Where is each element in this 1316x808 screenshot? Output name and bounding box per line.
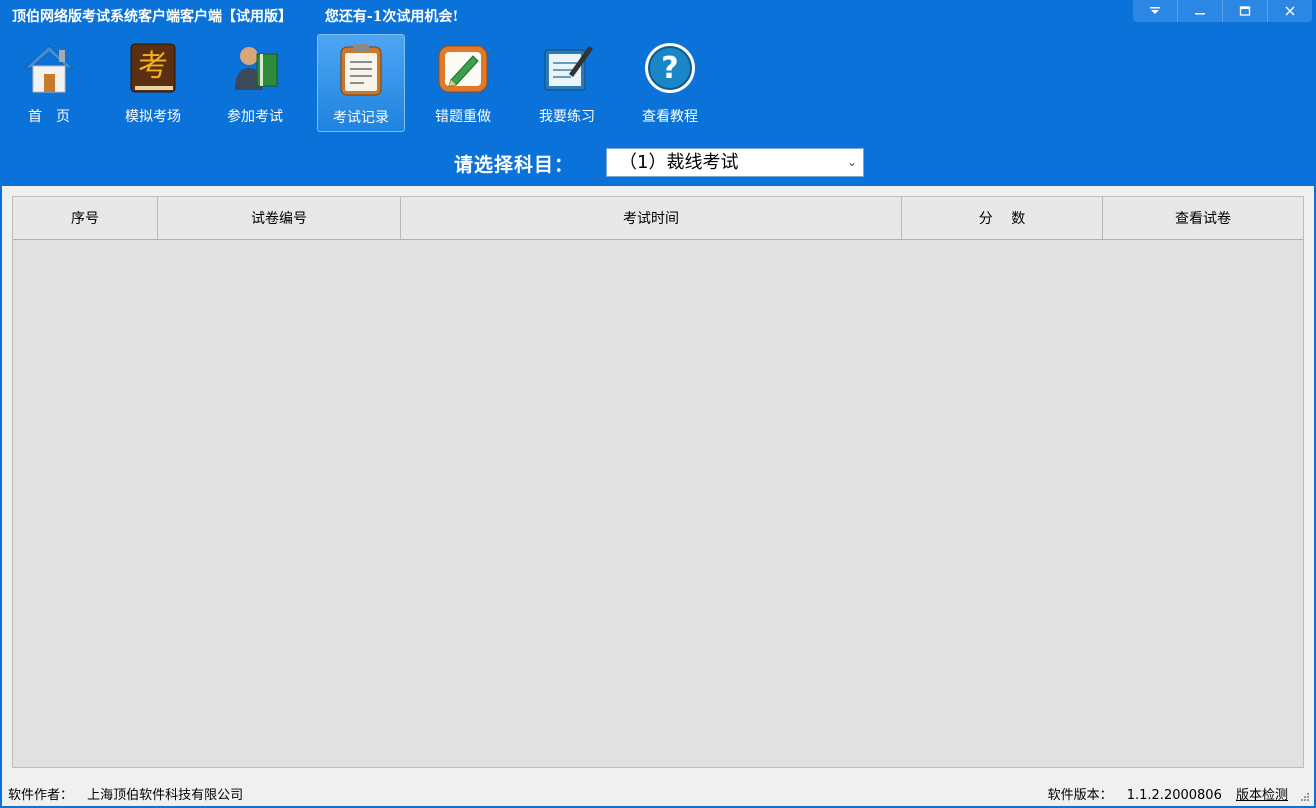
subject-row: 请选择科目： （1）裁线考试 ⌄ — [0, 144, 1316, 184]
tool-label: 首 页 — [28, 109, 70, 125]
subject-selected-value: （1）裁线考试 — [619, 152, 739, 173]
minimize-icon — [1195, 13, 1205, 15]
maximize-icon — [1239, 6, 1251, 16]
person-book-icon — [235, 47, 278, 90]
window-title: 顶伯网络版考试系统客户端客户端【试用版】 您还有-1次试用机会! — [12, 6, 487, 26]
status-bar: 软件作者： 上海顶伯软件科技有限公司 软件版本： 1.1.2.2000806 版… — [2, 778, 1314, 806]
column-header-exam-time[interactable]: 考试时间 — [401, 197, 902, 239]
version-label: 软件版本： — [1047, 788, 1113, 803]
exam-book-icon: 考 — [130, 43, 176, 93]
svg-text:考: 考 — [138, 49, 168, 84]
content-area: 序号 试卷编号 考试时间 分 数 查看试卷 — [2, 186, 1314, 778]
close-button[interactable] — [1267, 0, 1312, 22]
window-controls — [1133, 0, 1312, 24]
version-info: 软件版本： 1.1.2.2000806 版本检测 — [1048, 784, 1288, 803]
column-header-paper-id[interactable]: 试卷编号 — [158, 197, 401, 239]
title-bar: 顶伯网络版考试系统客户端客户端【试用版】 您还有-1次试用机会! — [0, 0, 1316, 30]
tool-take-exam[interactable]: 参加考试 — [212, 34, 298, 130]
chevron-down-icon: ⌄ — [846, 155, 857, 169]
records-grid[interactable]: 序号 试卷编号 考试时间 分 数 查看试卷 — [12, 196, 1304, 768]
column-header-view-paper[interactable]: 查看试卷 — [1103, 197, 1303, 239]
tool-redo-wrong[interactable]: 错题重做 — [420, 34, 506, 130]
help-icon: ? — [645, 43, 695, 93]
menu-dropdown-button[interactable] — [1133, 0, 1177, 22]
tool-exam-records[interactable]: 考试记录 — [317, 34, 405, 132]
resize-grip-icon[interactable] — [1300, 792, 1310, 802]
grid-header: 序号 试卷编号 考试时间 分 数 查看试卷 — [13, 197, 1303, 240]
tool-label: 我要练习 — [539, 109, 595, 125]
clipboard-icon — [340, 44, 382, 96]
app-title: 顶伯网络版考试系统客户端客户端【试用版】 — [12, 9, 292, 25]
tool-label: 错题重做 — [435, 109, 491, 125]
main-toolbar: 首 页 考 模拟考场 参加考试 考试记录 错题重做 我要练习 ? 查看教程 — [0, 30, 1316, 136]
author-name: 上海顶伯软件科技有限公司 — [87, 788, 244, 803]
chevron-down-icon — [1150, 7, 1160, 14]
column-header-score[interactable]: 分 数 — [902, 197, 1103, 239]
home-icon — [23, 45, 75, 93]
subject-select[interactable]: （1）裁线考试 ⌄ — [606, 148, 864, 177]
minimize-button[interactable] — [1177, 0, 1222, 22]
tool-home[interactable]: 首 页 — [6, 34, 92, 130]
author-info: 软件作者： 上海顶伯软件科技有限公司 — [8, 784, 243, 803]
author-label: 软件作者： — [8, 788, 74, 803]
tool-label: 参加考试 — [227, 109, 283, 125]
notebook-pen-icon — [544, 46, 593, 91]
subject-label: 请选择科目： — [454, 154, 575, 176]
column-header-index[interactable]: 序号 — [13, 197, 158, 239]
trial-notice: 您还有-1次试用机会! — [324, 9, 459, 25]
svg-text:?: ? — [661, 51, 678, 86]
version-number: 1.1.2.2000806 — [1126, 788, 1222, 803]
maximize-button[interactable] — [1222, 0, 1267, 22]
close-icon — [1285, 6, 1295, 16]
tool-label: 考试记录 — [333, 110, 389, 126]
tool-label: 模拟考场 — [125, 109, 181, 125]
pencil-note-icon — [438, 45, 488, 93]
check-version-link[interactable]: 版本检测 — [1236, 788, 1288, 803]
tool-mock-exam[interactable]: 考 模拟考场 — [110, 34, 196, 130]
tool-label: 查看教程 — [642, 109, 698, 125]
tool-practice[interactable]: 我要练习 — [524, 34, 610, 130]
tool-tutorial[interactable]: ? 查看教程 — [627, 34, 713, 130]
